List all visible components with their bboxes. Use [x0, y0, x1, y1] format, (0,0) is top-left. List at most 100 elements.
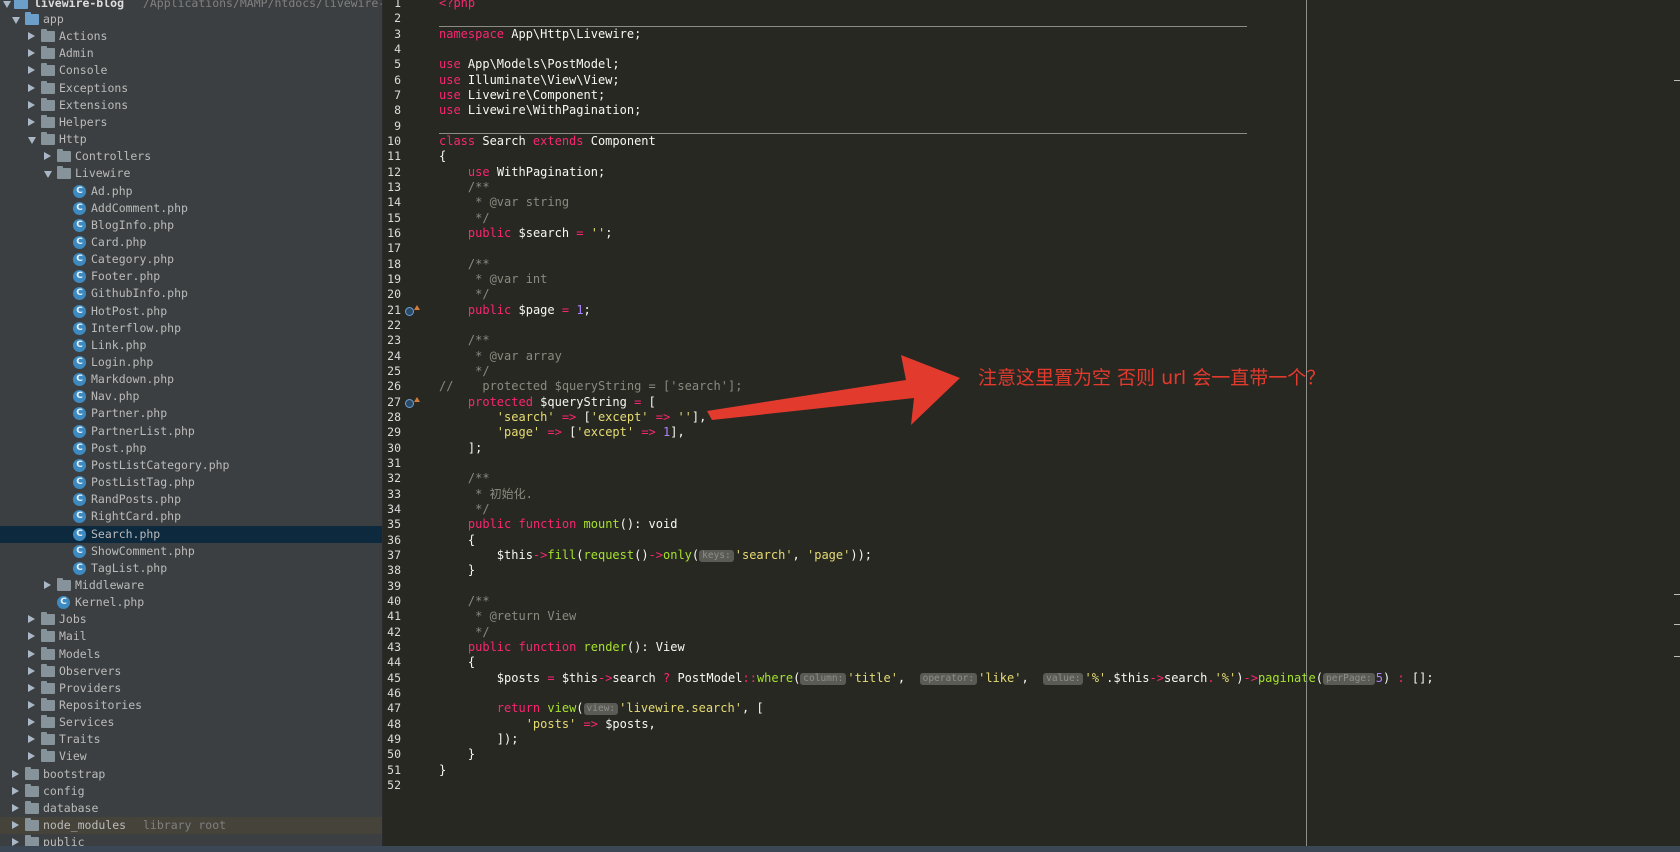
code-line[interactable]: public $page = 1; [439, 303, 591, 318]
tree-file[interactable]: C ShowComment.php [0, 543, 382, 560]
chevron-down-icon[interactable] [3, 1, 11, 8]
code-line[interactable]: * @var array [439, 349, 562, 364]
tree-folder[interactable]: Traits [0, 731, 382, 748]
code-line[interactable]: <?php [439, 0, 475, 11]
code-line[interactable]: { [439, 655, 475, 670]
tree-file[interactable]: C Partner.php [0, 405, 382, 422]
chevron-right-icon[interactable] [12, 821, 19, 830]
tree-folder[interactable]: Jobs [0, 611, 382, 628]
code-line[interactable]: $this->fill(request()->only(keys:'search… [439, 548, 872, 563]
tree-folder[interactable]: Exceptions [0, 80, 382, 97]
tree-folder[interactable]: config [0, 783, 382, 800]
chevron-right-icon[interactable] [28, 718, 35, 727]
code-line[interactable]: * @var string [439, 195, 569, 210]
code-line[interactable]: /** [439, 471, 490, 486]
code-line[interactable]: */ [439, 211, 489, 226]
code-line[interactable]: // protected $queryString = ['search']; [439, 379, 742, 394]
tree-folder[interactable]: database [0, 800, 382, 817]
tree-file[interactable]: C Interflow.php [0, 320, 382, 337]
tree-file[interactable]: C GithubInfo.php [0, 285, 382, 302]
code-line[interactable]: $posts = $this->search ? PostModel::wher… [439, 671, 1434, 686]
chevron-right-icon[interactable] [28, 666, 35, 675]
chevron-right-icon[interactable] [44, 580, 51, 589]
code-line[interactable]: 'search' => ['except' => ''], [439, 410, 707, 425]
code-line[interactable]: /** [439, 257, 490, 272]
code-line[interactable]: } [439, 747, 475, 762]
project-tree[interactable]: livewire-blog /Applications/MAMP/htdocs/… [0, 0, 383, 852]
tree-file[interactable]: C Card.php [0, 234, 382, 251]
tree-folder[interactable]: app [0, 11, 382, 28]
code-line[interactable]: } [439, 563, 475, 578]
code-line[interactable]: use Illuminate\View\View; [439, 73, 620, 88]
tree-folder[interactable]: Actions [0, 28, 382, 45]
code-line[interactable]: { [439, 533, 475, 548]
tree-file[interactable]: C Ad.php [0, 183, 382, 200]
chevron-right-icon[interactable] [44, 152, 51, 161]
code-line[interactable]: protected $queryString = [ [439, 395, 656, 410]
code-line[interactable]: */ [439, 287, 489, 302]
code-line[interactable]: use Livewire\Component; [439, 88, 605, 103]
tree-file[interactable]: C Nav.php [0, 388, 382, 405]
code-line[interactable]: public function mount(): void [439, 517, 678, 532]
tree-file[interactable]: C HotPost.php [0, 303, 382, 320]
tree-file[interactable]: C Category.php [0, 251, 382, 268]
code-line[interactable]: use App\Models\PostModel; [439, 57, 620, 72]
code-line[interactable]: class Search extends Component [439, 134, 656, 149]
tree-file[interactable]: C Markdown.php [0, 371, 382, 388]
code-line[interactable]: 'posts' => $posts, [439, 717, 656, 732]
tree-file[interactable]: C RightCard.php [0, 508, 382, 525]
tree-folder[interactable]: Helpers [0, 114, 382, 131]
tree-folder[interactable]: Http [0, 131, 382, 148]
chevron-right-icon[interactable] [12, 769, 19, 778]
tree-file[interactable]: C Post.php [0, 440, 382, 457]
chevron-right-icon[interactable] [28, 735, 35, 744]
tree-file[interactable]: C PostListCategory.php [0, 457, 382, 474]
tree-folder[interactable]: View [0, 748, 382, 765]
tree-folder[interactable]: Console [0, 62, 382, 79]
chevron-right-icon[interactable] [12, 803, 19, 812]
tree-file[interactable]: C BlogInfo.php [0, 217, 382, 234]
tree-file[interactable]: C AddComment.php [0, 200, 382, 217]
tree-folder[interactable]: Models [0, 646, 382, 663]
tree-folder[interactable]: Providers [0, 680, 382, 697]
chevron-down-icon[interactable] [44, 171, 52, 179]
code-line[interactable]: public function render(): View [439, 640, 685, 655]
code-line[interactable]: ]; [439, 441, 482, 456]
code-line[interactable]: namespace App\Http\Livewire; [439, 27, 641, 42]
tree-folder[interactable]: Repositories [0, 697, 382, 714]
code-line[interactable]: /** [439, 594, 490, 609]
tree-folder[interactable]: Extensions [0, 97, 382, 114]
code-line[interactable]: * @return View [439, 609, 576, 624]
tree-file[interactable]: C PostListTag.php [0, 474, 382, 491]
code-line[interactable]: */ [439, 364, 489, 379]
chevron-down-icon[interactable] [12, 17, 20, 24]
chevron-right-icon[interactable] [28, 649, 35, 658]
tree-folder[interactable]: bootstrap [0, 766, 382, 783]
chevron-right-icon[interactable] [28, 32, 35, 41]
tree-folder[interactable]: Admin [0, 45, 382, 62]
chevron-right-icon[interactable] [28, 66, 35, 75]
chevron-right-icon[interactable] [28, 83, 35, 92]
code-line[interactable]: { [439, 149, 446, 164]
tree-file[interactable]: C Kernel.php [0, 594, 382, 611]
tree-folder[interactable]: Middleware [0, 577, 382, 594]
tree-folder[interactable]: Livewire [0, 165, 382, 182]
chevron-right-icon[interactable] [28, 632, 35, 641]
tree-folder[interactable]: Mail [0, 628, 382, 645]
code-line[interactable]: } [439, 763, 446, 778]
code-line[interactable]: use Livewire\WithPagination; [439, 103, 641, 118]
code-line[interactable]: 'page' => ['except' => 1], [439, 425, 685, 440]
chevron-right-icon[interactable] [28, 117, 35, 126]
chevron-right-icon[interactable] [28, 701, 35, 709]
code-line[interactable]: use WithPagination; [439, 165, 605, 180]
chevron-right-icon[interactable] [12, 786, 19, 795]
code-line[interactable]: */ [439, 502, 489, 517]
chevron-right-icon[interactable] [28, 752, 35, 761]
code-line[interactable]: */ [439, 625, 489, 640]
tree-file[interactable]: C Login.php [0, 354, 382, 371]
tree-folder[interactable]: Observers [0, 663, 382, 680]
tree-file[interactable]: C Footer.php [0, 268, 382, 285]
code-line[interactable]: * @var int [439, 272, 547, 287]
code-line[interactable]: /** [439, 333, 490, 348]
code-editor[interactable]: 1 <?php 2 3 namespace App\Http\Livewire; 4 5 us… [383, 0, 1680, 846]
